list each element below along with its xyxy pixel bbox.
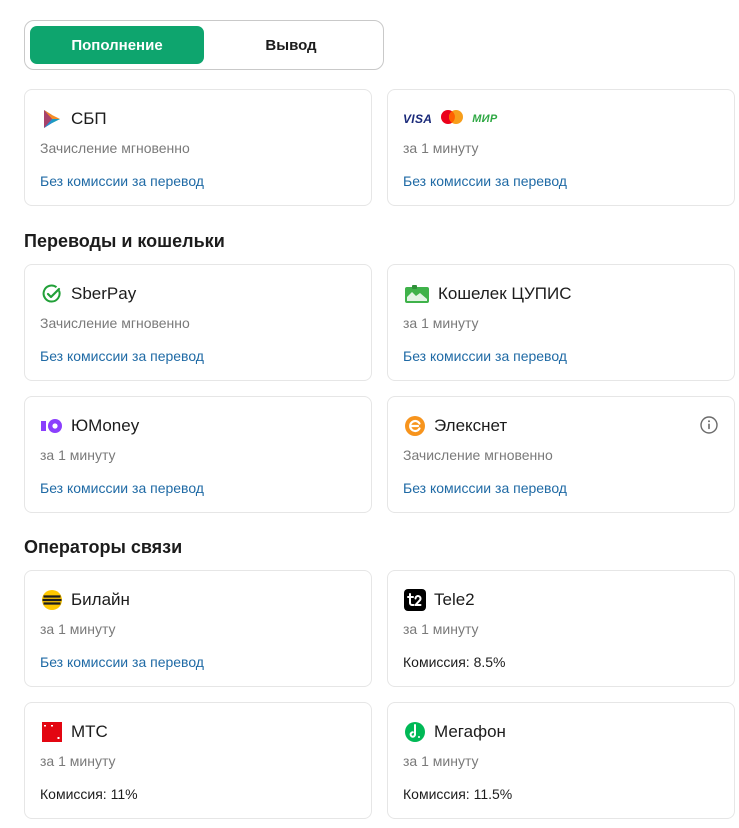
beeline-icon	[41, 589, 63, 611]
card-fee: Без комиссии за перевод	[403, 173, 567, 189]
card-subtitle: за 1 минуту	[40, 621, 116, 637]
tab-withdraw[interactable]: Вывод	[204, 26, 378, 64]
card-header: ЮMoney	[41, 414, 139, 438]
tab-deposit[interactable]: Пополнение	[30, 26, 204, 64]
card-title: Мегафон	[434, 722, 506, 741]
card-subtitle: за 1 минуту	[403, 315, 479, 331]
card-title: Tele2	[434, 590, 475, 609]
card-fee: Без комиссии за перевод	[40, 654, 204, 670]
card-title: Кошелек ЦУПИС	[438, 284, 572, 303]
yoomoney-icon	[41, 415, 63, 437]
info-icon[interactable]	[700, 416, 718, 434]
card-title: СБП	[71, 109, 107, 128]
method-card-bank-cards[interactable]: VISA МИР за 1 минуту Без комиссии за пер…	[387, 89, 735, 206]
card-subtitle: Зачисление мгновенно	[40, 315, 190, 331]
card-title: Элекснет	[434, 416, 508, 435]
visa-mastercard-mir-logos: VISA МИР	[403, 107, 498, 131]
card-subtitle: за 1 минуту	[40, 753, 116, 769]
method-card-yoomoney[interactable]: ЮMoney за 1 минуту Без комиссии за перев…	[24, 396, 372, 513]
method-card-mts[interactable]: МТС за 1 минуту Комиссия: 11%	[24, 702, 372, 819]
card-subtitle: за 1 минуту	[403, 753, 479, 769]
cupis-wallet-icon	[404, 283, 430, 305]
card-fee: Без комиссии за перевод	[40, 173, 204, 189]
section-title-wallets: Переводы и кошельки	[24, 231, 225, 251]
elecsnet-icon	[404, 415, 426, 437]
sbp-logo-icon	[41, 108, 63, 130]
method-card-elecsnet[interactable]: Элекснет Зачисление мгновенно Без комисс…	[387, 396, 735, 513]
card-header: SberPay	[41, 282, 136, 306]
section-title-operators: Операторы связи	[24, 537, 183, 557]
card-header: Элекснет	[404, 414, 507, 438]
card-header: VISA МИР	[403, 107, 498, 131]
payment-direction-tabs: Пополнение Вывод	[24, 20, 384, 70]
card-header: СБП	[41, 107, 107, 131]
method-card-cupis[interactable]: Кошелек ЦУПИС за 1 минуту Без комиссии з…	[387, 264, 735, 381]
card-fee: Без комиссии за перевод	[40, 348, 204, 364]
card-fee: Без комиссии за перевод	[40, 480, 204, 496]
card-header: Билайн	[41, 588, 130, 612]
method-card-megafon[interactable]: Мегафон за 1 минуту Комиссия: 11.5%	[387, 702, 735, 819]
card-title: ЮMoney	[71, 416, 140, 435]
method-card-tele2[interactable]: Tele2 за 1 минуту Комиссия: 8.5%	[387, 570, 735, 687]
mir-logo-icon: МИР	[472, 113, 498, 125]
mts-icon	[41, 721, 63, 743]
tele2-icon	[404, 589, 426, 611]
card-subtitle: Зачисление мгновенно	[403, 447, 553, 463]
card-subtitle: за 1 минуту	[403, 140, 479, 156]
card-title: МТС	[71, 722, 108, 741]
card-fee: Без комиссии за перевод	[403, 480, 567, 496]
card-subtitle: за 1 минуту	[40, 447, 116, 463]
method-card-beeline[interactable]: Билайн за 1 минуту Без комиссии за перев…	[24, 570, 372, 687]
card-header: Tele2	[404, 588, 475, 612]
sberpay-icon	[41, 283, 63, 305]
card-fee: Без комиссии за перевод	[403, 348, 567, 364]
card-fee: Комиссия: 8.5%	[403, 654, 506, 670]
card-title: Билайн	[71, 590, 130, 609]
megafon-icon	[404, 721, 426, 743]
mastercard-logo-icon	[440, 109, 464, 130]
card-header: Кошелек ЦУПИС	[404, 282, 572, 306]
visa-logo-icon: VISA	[403, 112, 433, 126]
card-title: SberPay	[71, 284, 137, 303]
method-card-sberpay[interactable]: SberPay Зачисление мгновенно Без комисси…	[24, 264, 372, 381]
method-card-sbp[interactable]: СБП Зачисление мгновенно Без комиссии за…	[24, 89, 372, 206]
card-fee: Комиссия: 11.5%	[403, 786, 513, 802]
card-subtitle: за 1 минуту	[403, 621, 479, 637]
card-header: Мегафон	[404, 720, 506, 744]
card-subtitle: Зачисление мгновенно	[40, 140, 190, 156]
card-fee: Комиссия: 11%	[40, 786, 138, 802]
card-header: МТС	[41, 720, 108, 744]
